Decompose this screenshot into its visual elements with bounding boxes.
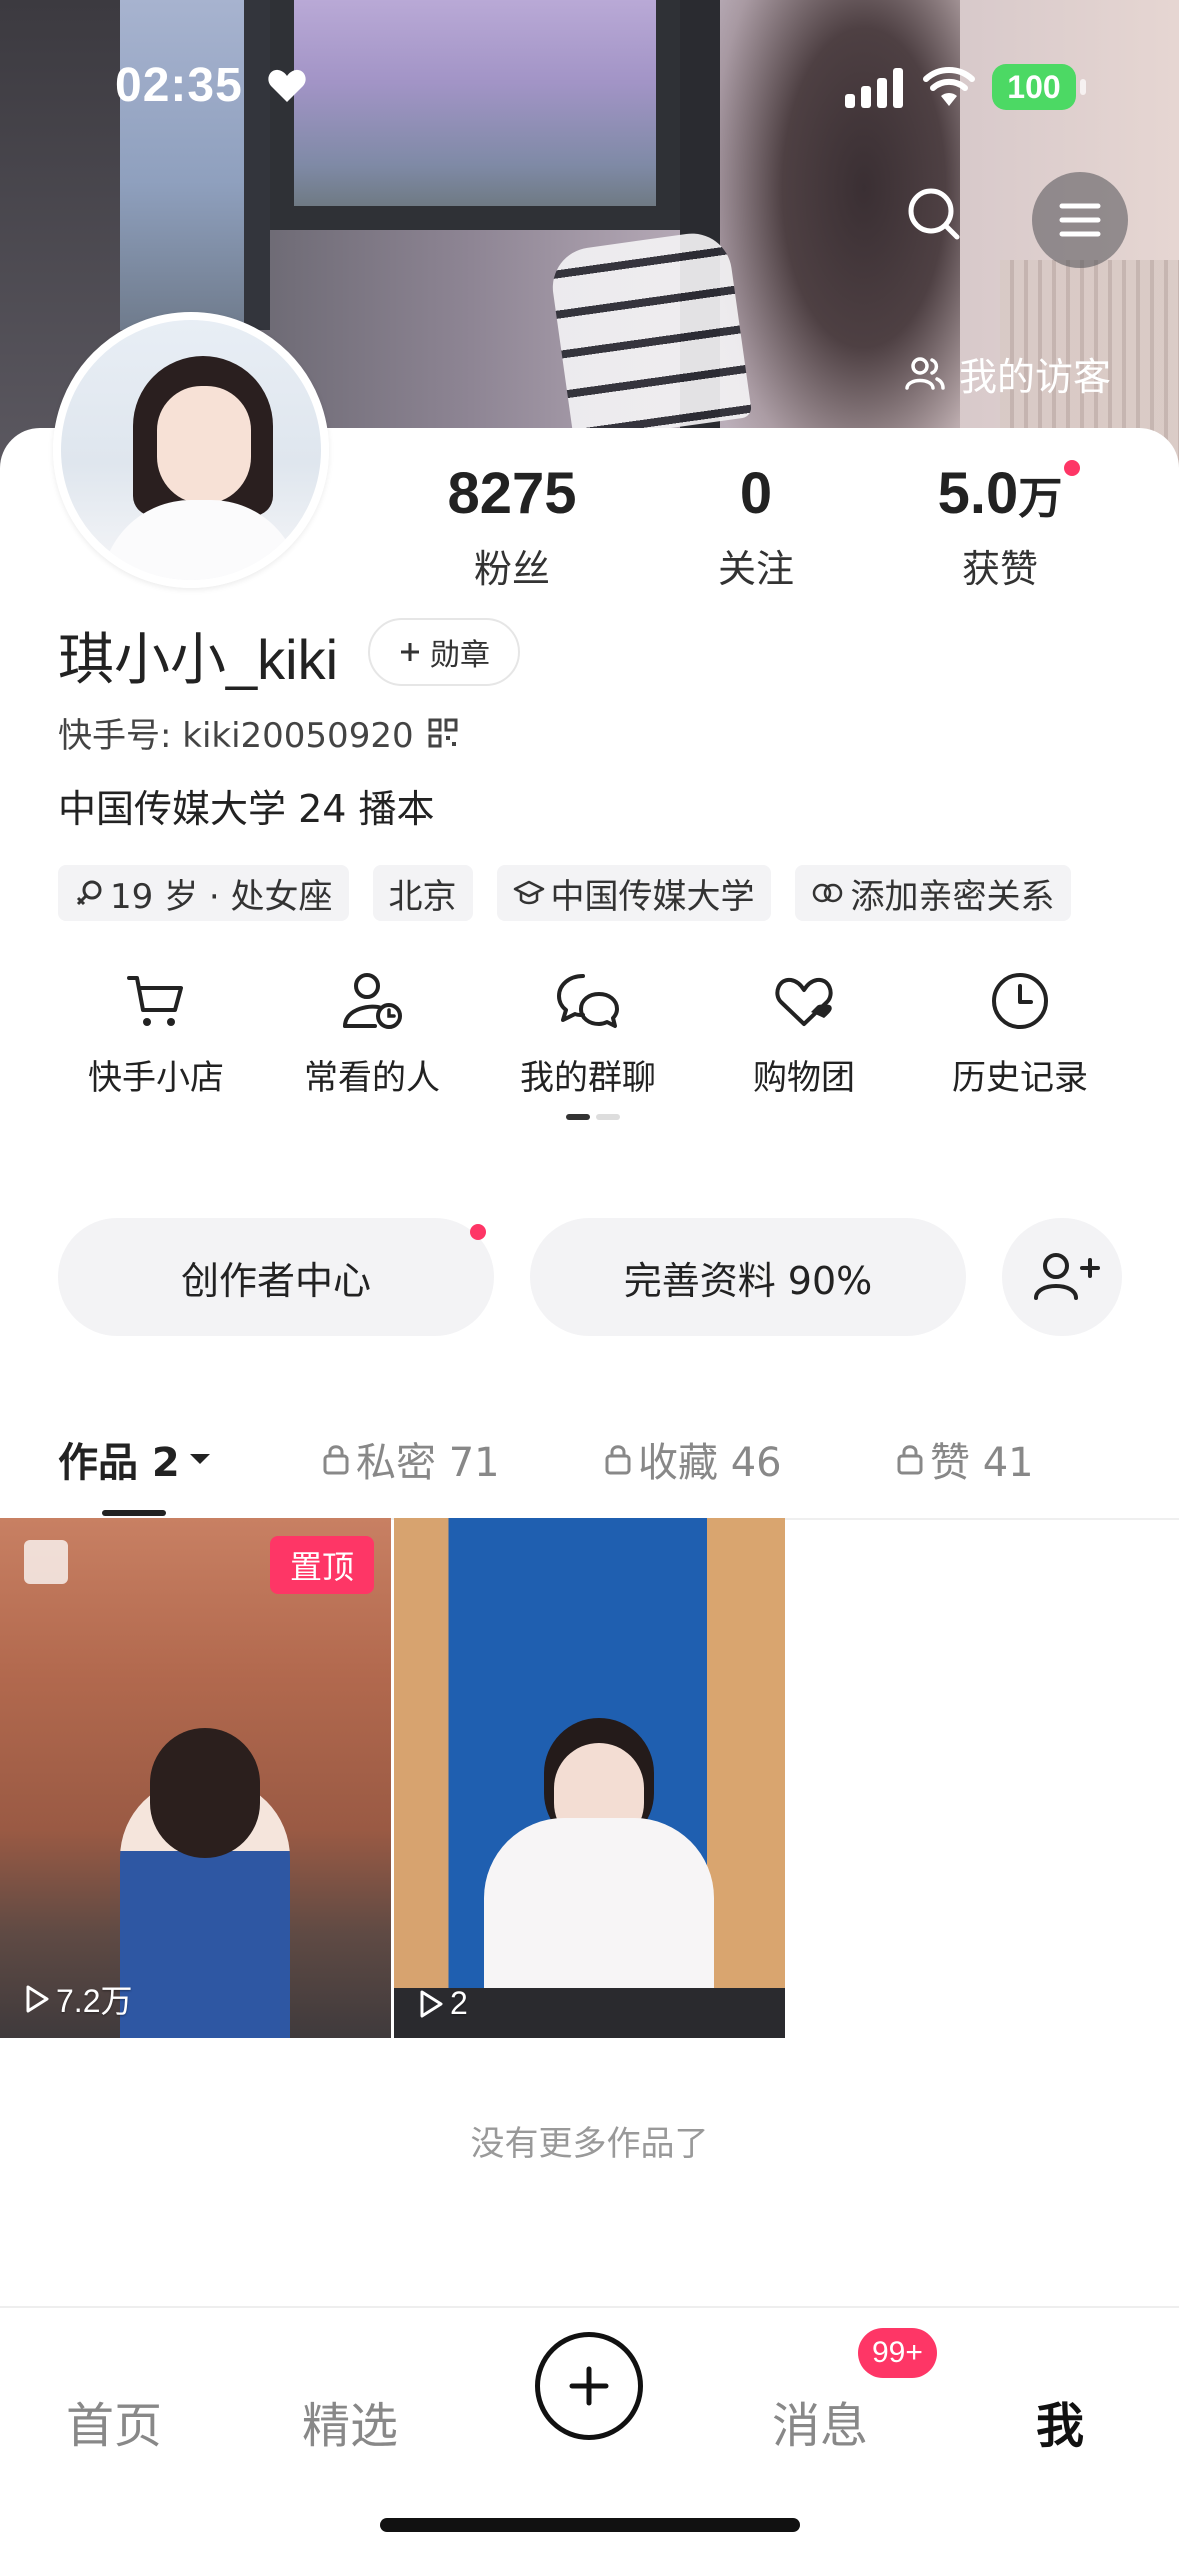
badge-label: 勋章 [430,638,490,673]
no-more-works: 没有更多作品了 [470,2124,709,2164]
content-tabs: 作品 2 私密 71 收藏 46 赞 41 [0,1420,1179,1520]
nav-me[interactable]: 我 [1036,2386,1084,2456]
kuaishou-id[interactable]: 快手号: kiki20050920 [58,708,458,757]
play-icon [420,1990,443,2017]
kuaishou-id-text: 快手号: kiki20050920 [58,716,414,756]
create-button[interactable] [535,2332,643,2440]
tag-location[interactable]: 北京 [372,865,473,921]
followers-count: 8275 [447,461,577,526]
menu-button[interactable] [1032,172,1128,268]
graduation-cap-icon [513,880,544,905]
username: 琪小小_kiki [58,628,339,691]
gender-icon [76,880,102,906]
work-thumbnail[interactable]: 置顶 7.2万 [0,1518,391,2038]
nav-messages[interactable]: 消息 [772,2386,868,2456]
following-count: 0 [739,461,773,526]
menu-icon [1059,203,1101,237]
complete-profile-button[interactable]: 完善资料 90% [530,1218,966,1336]
visitors-icon [905,357,945,390]
work-thumbnail[interactable]: 2 [394,1518,785,2038]
shortcuts-row: 快手小店 常看的人 我的群聊 购物团 历史记录 [48,968,1128,1099]
likes-count: 5.0万 [937,461,1063,526]
bio: 中国传媒大学 24 播本 [58,787,435,831]
followers-label: 粉丝 [473,547,550,591]
add-friend-icon [1034,1253,1100,1300]
add-friend-button[interactable] [1002,1218,1122,1336]
qr-code-icon [428,718,458,747]
nav-home[interactable]: 首页 [66,2386,162,2456]
image-icon [24,1540,68,1584]
wifi-icon [923,67,975,106]
tag-age-zodiac[interactable]: 19 岁 · 处女座 [58,865,349,921]
shortcut-shopping-group[interactable]: 购物团 [696,968,912,1099]
user-clock-icon [343,973,402,1029]
likes-notification-dot [1064,460,1080,476]
pinned-badge: 置顶 [270,1536,374,1594]
battery-indicator: 100 [992,64,1086,110]
link-hearts-icon [812,883,842,903]
active-tab-indicator [102,1510,166,1516]
shortcut-frequent-people[interactable]: 常看的人 [264,968,480,1099]
add-icon [401,643,419,661]
following-label: 关注 [717,547,794,591]
signal-icon [845,68,903,108]
following-stat[interactable]: 0 关注 [636,458,876,593]
status-time: 02:35 [115,59,243,112]
play-count: 7.2万 [24,1976,133,2022]
tab-favorites[interactable]: 收藏 46 [604,1430,782,1488]
home-indicator [380,2518,800,2532]
clock-icon [992,973,1048,1029]
tab-private[interactable]: 私密 71 [322,1430,500,1488]
nav-featured[interactable]: 精选 [302,2386,398,2456]
shortcut-shop[interactable]: 快手小店 [48,968,264,1099]
tag-add-relationship[interactable]: 添加亲密关系 [794,865,1071,921]
badge-button[interactable]: 勋章 [368,618,520,686]
likes-label: 获赞 [961,547,1038,591]
messages-badge: 99+ [858,2328,937,2378]
creator-center-dot [470,1224,486,1240]
avatar[interactable] [53,312,329,588]
my-visitors-label: 我的访客 [959,354,1112,399]
plus-icon [569,2366,609,2406]
heart-group-icon [775,977,833,1026]
lock-icon [323,1445,349,1475]
lock-icon [605,1445,631,1475]
search-icon[interactable] [895,175,975,255]
tab-likes[interactable]: 赞 41 [896,1430,1034,1488]
likes-stat[interactable]: 5.0万 获赞 [880,458,1120,593]
my-visitors-button[interactable]: 我的访客 [905,348,1112,399]
shortcut-group-chats[interactable]: 我的群聊 [480,968,696,1099]
shortcut-page-indicator [566,1114,620,1120]
profile-tags: 19 岁 · 处女座 北京 中国传媒大学 添加亲密关系 [58,865,1071,921]
play-count: 2 [418,1985,468,2022]
cart-icon [127,976,183,1026]
heart-icon [268,69,306,102]
play-icon [26,1985,49,2013]
lock-icon [897,1445,923,1475]
tag-school[interactable]: 中国传媒大学 [496,865,771,921]
chat-bubbles-icon [557,974,619,1028]
chevron-down-icon [189,1454,210,1464]
tab-works[interactable]: 作品 2 [58,1430,214,1488]
followers-stat[interactable]: 8275 粉丝 [392,458,632,593]
shortcut-history[interactable]: 历史记录 [912,968,1128,1099]
creator-center-button[interactable]: 创作者中心 [58,1218,494,1336]
